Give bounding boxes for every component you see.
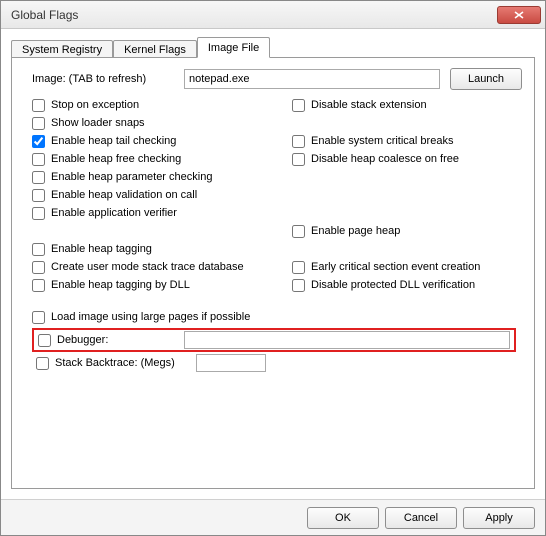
check-stop-on-exception[interactable]: Stop on exception xyxy=(32,96,292,114)
check-enable-heap-tagging[interactable]: Enable heap tagging xyxy=(32,240,292,258)
check-enable-heap-tail-checking[interactable]: Enable heap tail checking xyxy=(32,132,292,150)
check-enable-system-critical-breaks[interactable]: Enable system critical breaks xyxy=(292,132,522,150)
titlebar: Global Flags xyxy=(1,1,545,29)
ok-button[interactable]: OK xyxy=(307,507,379,529)
check-disable-heap-coalesce-on-free[interactable]: Disable heap coalesce on free xyxy=(292,150,522,168)
window-title: Global Flags xyxy=(11,8,497,22)
check-enable-heap-validation-on-call[interactable]: Enable heap validation on call xyxy=(32,186,292,204)
check-load-image-large-pages[interactable]: Load image using large pages if possible xyxy=(32,308,522,326)
stack-backtrace-row: Stack Backtrace: (Megs) xyxy=(32,354,516,372)
check-enable-heap-parameter-checking[interactable]: Enable heap parameter checking xyxy=(32,168,292,186)
debugger-input[interactable] xyxy=(184,331,510,349)
check-enable-heap-tagging-by-dll[interactable]: Enable heap tagging by DLL xyxy=(32,276,292,294)
launch-button[interactable]: Launch xyxy=(450,68,522,90)
tab-panel-image-file: Image: (TAB to refresh) Launch Stop on e… xyxy=(11,57,535,489)
check-stack-backtrace[interactable]: Stack Backtrace: (Megs) xyxy=(36,354,196,372)
apply-button[interactable]: Apply xyxy=(463,507,535,529)
check-disable-protected-dll-verification[interactable]: Disable protected DLL verification xyxy=(292,276,522,294)
content-area: System Registry Kernel Flags Image File … xyxy=(1,29,545,499)
tabs: System Registry Kernel Flags Image File xyxy=(11,37,535,58)
stack-backtrace-input[interactable] xyxy=(196,354,266,372)
image-input[interactable] xyxy=(184,69,440,89)
check-debugger[interactable]: Debugger: xyxy=(38,331,184,349)
close-button[interactable] xyxy=(497,6,541,24)
check-enable-heap-free-checking[interactable]: Enable heap free checking xyxy=(32,150,292,168)
check-enable-page-heap[interactable]: Enable page heap xyxy=(292,222,522,240)
debugger-row: Debugger: xyxy=(32,328,516,352)
check-show-loader-snaps[interactable]: Show loader snaps xyxy=(32,114,292,132)
check-disable-stack-extension[interactable]: Disable stack extension xyxy=(292,96,522,114)
check-enable-application-verifier[interactable]: Enable application verifier xyxy=(32,204,292,222)
check-early-critical-section-event-creation[interactable]: Early critical section event creation xyxy=(292,258,522,276)
close-icon xyxy=(514,11,524,19)
check-create-user-mode-stack-trace-db[interactable]: Create user mode stack trace database xyxy=(32,258,292,276)
cancel-button[interactable]: Cancel xyxy=(385,507,457,529)
tab-image-file[interactable]: Image File xyxy=(197,37,270,58)
footer: OK Cancel Apply xyxy=(1,499,545,535)
image-label: Image: (TAB to refresh) xyxy=(32,73,184,85)
